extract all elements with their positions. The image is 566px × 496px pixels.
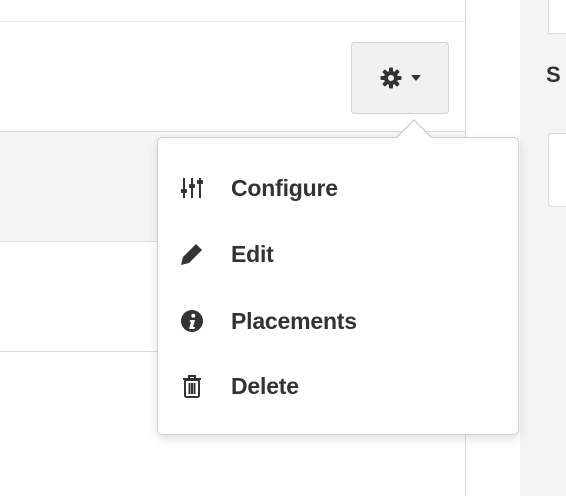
menu-item-label: Configure	[231, 174, 338, 201]
info-circle-icon	[179, 310, 205, 332]
menu-item-label: Delete	[231, 372, 299, 399]
sidebar-heading: S	[546, 62, 561, 87]
menu-item-placements[interactable]: Placements	[158, 291, 518, 351]
sliders-icon	[179, 176, 205, 200]
dropdown-caret-fill	[396, 121, 432, 139]
gear-icon	[379, 66, 403, 90]
menu-item-label: Placements	[231, 307, 357, 334]
sidebar-top-box	[548, 0, 566, 34]
right-sidebar: S	[520, 0, 566, 496]
list-row-top	[0, 0, 466, 22]
menu-item-label: Edit	[231, 240, 274, 267]
pencil-icon	[179, 243, 205, 265]
settings-dropdown-menu: Configure Edit Placements Delete	[157, 137, 519, 435]
menu-item-edit[interactable]: Edit	[158, 224, 518, 284]
menu-item-configure[interactable]: Configure	[158, 158, 518, 218]
settings-dropdown-button[interactable]	[351, 42, 449, 114]
menu-item-delete[interactable]: Delete	[158, 356, 518, 416]
sidebar-card	[548, 133, 566, 207]
caret-down-icon	[411, 75, 421, 81]
trash-icon	[179, 374, 205, 398]
